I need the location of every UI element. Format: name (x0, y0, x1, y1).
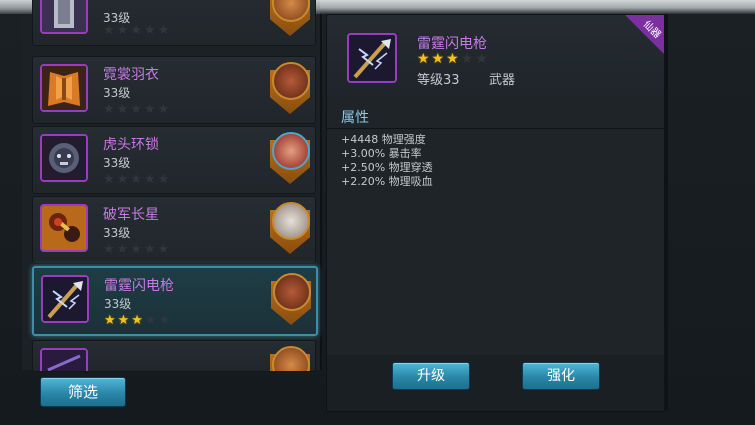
list-item[interactable]: 虎头环锁 33级 ★★★★★ (32, 126, 316, 194)
feather-robe-icon (40, 64, 88, 112)
list-item[interactable]: 霓裳羽衣 33级 ★★★★★ (32, 56, 316, 124)
item-name: 雷霆闪电枪 (104, 278, 174, 294)
equipment-detail-panel: 雷霆闪电枪 ★★★★★ 等级33 武器 仙器 属性 +4448 物理强度 +3.… (326, 14, 666, 412)
detail-level: 等级33 (417, 73, 460, 88)
item-stars: ★★★★★ (103, 242, 172, 257)
hero-portrait-orange-icon (270, 346, 310, 371)
panel-divider (664, 14, 668, 410)
item-name: 破军长星 (103, 207, 159, 223)
item-stars: ★★★★★ (104, 313, 173, 328)
item-level: 33级 (103, 226, 131, 240)
detail-stars: ★★★★★ (417, 51, 490, 67)
detail-header: 雷霆闪电枪 ★★★★★ 等级33 武器 仙器 (327, 15, 665, 103)
purple-item-icon (40, 348, 88, 371)
item-level: 33级 (103, 86, 131, 100)
flail-weapon-icon (40, 204, 88, 252)
enhance-button[interactable]: 强化 (522, 362, 600, 390)
hero-portrait-whitehair-icon (270, 202, 310, 254)
detail-footer (327, 355, 665, 411)
item-name: 霓裳羽衣 (103, 67, 159, 83)
list-item[interactable]: 33级 ★★★★★ (32, 0, 316, 46)
equipment-list-panel: 33级 ★★★★★ 霓裳羽衣 33级 ★★★★★ 虎头环锁 33级 ★★★★★ (22, 0, 322, 372)
hero-portrait-redhair-icon (270, 132, 310, 184)
filter-button[interactable]: 筛选 (40, 377, 126, 407)
hero-portrait-warrior-icon (270, 62, 310, 114)
top-frame-strip-right (320, 0, 755, 14)
hero-portrait-warrior-icon (271, 273, 311, 325)
attribute-line: +2.20% 物理吸血 (341, 175, 433, 188)
attribute-line: +4448 物理强度 (341, 133, 426, 146)
item-level: 33级 (103, 156, 131, 170)
item-stars: ★★★★★ (103, 172, 172, 187)
item-stars: ★★★★★ (103, 102, 172, 117)
silver-armor-icon (40, 0, 88, 34)
lightning-spear-icon (347, 33, 397, 83)
list-item-selected[interactable]: 雷霆闪电枪 33级 ★★★★★ (32, 266, 318, 336)
hero-portrait-orange-icon (270, 0, 310, 36)
detail-item-name: 雷霆闪电枪 (417, 36, 487, 52)
attributes-section: 属性 +4448 物理强度 +3.00% 暴击率 +2.50% 物理穿透 +2.… (327, 103, 665, 343)
attribute-line: +2.50% 物理穿透 (341, 161, 433, 174)
attributes-list: +4448 物理强度 +3.00% 暴击率 +2.50% 物理穿透 +2.20%… (341, 133, 433, 189)
attribute-line: +3.00% 暴击率 (341, 147, 422, 160)
tiger-helmet-icon (40, 134, 88, 182)
divider (327, 128, 665, 129)
list-item[interactable] (32, 340, 316, 372)
item-level: 33级 (104, 297, 132, 311)
lightning-spear-icon (41, 275, 89, 323)
item-stars: ★★★★★ (103, 23, 172, 38)
attributes-title: 属性 (341, 110, 369, 126)
list-item[interactable]: 破军长星 33级 ★★★★★ (32, 196, 316, 264)
detail-type: 武器 (489, 73, 516, 88)
item-name: 虎头环锁 (103, 137, 159, 153)
upgrade-button[interactable]: 升级 (392, 362, 470, 390)
